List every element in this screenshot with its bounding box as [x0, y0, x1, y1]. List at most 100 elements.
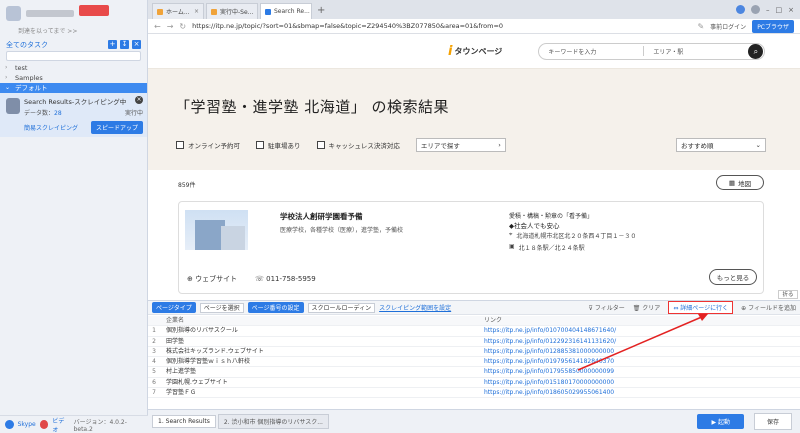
skype-link[interactable]: Skype [18, 421, 36, 428]
sort-select-label: おすすめ順 [681, 142, 714, 150]
collapse-link[interactable]: 到達を以ってまで >> [0, 26, 147, 38]
forward-icon[interactable]: → [167, 22, 174, 31]
tab-running[interactable]: 実行中-Se...× [206, 3, 258, 19]
speed-up-button[interactable]: スピードアップ [90, 121, 143, 134]
table-header: 企業名 リンク [148, 316, 800, 327]
sort-select[interactable]: おすすめ順 ⌄ [676, 138, 766, 152]
go-page-label: 詳細ページに行く [680, 305, 729, 312]
school-photo[interactable] [185, 210, 248, 250]
result-card: 学校法人創研学園看予備 医療学校，各種学校（医療），進学塾，予備校 愛積・構稿・… [178, 201, 764, 294]
search-icon[interactable]: ⌕ [748, 43, 764, 59]
tab-home[interactable]: ホーム... × [152, 3, 204, 19]
import-icon[interactable]: ↧ [120, 40, 129, 49]
cell-link: https://itp.ne.jp/info/01518017000000000… [484, 378, 615, 386]
maximize-icon[interactable]: □ [776, 6, 783, 14]
column-header-link[interactable]: リンク [484, 316, 800, 325]
checkbox[interactable] [256, 141, 264, 149]
table-row[interactable]: 3 株式会社キッズランド.ウェブサイト https://itp.ne.jp/info… [148, 347, 800, 358]
cell-name: 田学塾 [166, 337, 185, 345]
tree-item-default[interactable]: ⌄ デフォルト [0, 83, 147, 93]
cell-name: 株式会社キッズランド.ウェブサイト [166, 347, 264, 355]
edit-icon[interactable]: ✎ [697, 22, 704, 31]
table-row[interactable]: 5 村上進学塾 https://itp.ne.jp/info/01795585000… [148, 367, 800, 378]
reload-icon[interactable]: ↻ [179, 22, 186, 31]
minimize-icon[interactable]: – [766, 6, 770, 14]
video-icon[interactable] [39, 420, 49, 429]
chevron-right-icon: › [5, 74, 8, 81]
chevron-right-icon: › [498, 141, 501, 149]
chevron-right-icon: › [5, 64, 8, 71]
new-tab-icon[interactable]: + [317, 3, 325, 19]
keyword-input[interactable]: キーワードを入力 [539, 47, 643, 56]
save-button[interactable]: 保存 [753, 413, 792, 430]
clear-button[interactable]: 🗑 クリア [633, 303, 661, 312]
tree-item-samples[interactable]: › Samples [0, 73, 147, 83]
data-count-label: データ数： [24, 110, 55, 117]
site-logo[interactable]: i タウンページ [448, 44, 502, 59]
pc-browser-button[interactable]: PCブラウザ [752, 19, 794, 33]
table-row[interactable]: 7 学習塾ＦＧ https://itp.ne.jp/info/01860502995… [148, 388, 800, 399]
scroll-loading-select[interactable]: スクロールローディン [307, 302, 376, 313]
filter-cashless[interactable]: キャッシュレス決済対応 [316, 140, 400, 150]
account-icon[interactable] [751, 5, 760, 14]
video-link[interactable]: ビデオ [52, 416, 69, 433]
data-table: 企業名 リンク 1 個別指導のリバサスクール https://itp.ne.jp/i… [148, 316, 800, 408]
row-index: 7 [152, 389, 156, 397]
cell-link: https://itp.ne.jp/info/01979561418284037… [484, 358, 615, 366]
task-search-input[interactable] [6, 51, 141, 61]
bottom-bar: 1. Search Results 2. 渋小和市 個別指導のリバサスク... … [148, 409, 800, 433]
tab-search-results[interactable]: Search Re...× [260, 3, 312, 19]
table-row[interactable]: 2 田学塾 https://itp.ne.jp/info/0122923161411… [148, 337, 800, 347]
table-row[interactable]: 4 個別指導学習塾ｗｉｓｈ八軒校 https://itp.ne.jp/info/01… [148, 357, 800, 368]
table-row[interactable]: 6 学園札幌.ウェブサイト https://itp.ne.jp/info/01518… [148, 378, 800, 389]
column-header-name[interactable]: 企業名 [160, 316, 484, 325]
tab-search-results-data[interactable]: 1. Search Results [152, 415, 216, 428]
filter-online-booking[interactable]: オンライン予約可 [176, 140, 240, 150]
skype-icon[interactable] [5, 420, 14, 429]
new-folder-icon[interactable]: + [108, 40, 117, 49]
browser-tabbar: ホーム...× 実行中-Se...× Search Re...× + – □ × [148, 0, 800, 19]
table-row[interactable]: 1 個別指導のリバサスクール https://itp.ne.jp/info/0107… [148, 326, 800, 337]
phone-link[interactable]: ☏ 011-758-5959 [255, 275, 316, 283]
start-button[interactable]: ▶ 起動 [697, 414, 744, 429]
checkbox[interactable] [176, 141, 184, 149]
pre-login-button[interactable]: 事前ログイン [710, 22, 746, 31]
add-field-button[interactable]: ⊕ フィールドを追加 [741, 303, 796, 312]
website-link[interactable]: ⊕ ウェブサイト [187, 274, 237, 284]
page-type-label: ページタイプ [152, 302, 196, 313]
tab-detail-data[interactable]: 2. 渋小和市 個別指導のリバサスク... [217, 414, 329, 429]
page-type-select[interactable]: ページを選択 [199, 302, 244, 313]
url-input[interactable]: https://itp.ne.jp/topic/?sort=01&sbmap=f… [192, 22, 691, 30]
close-window-icon[interactable]: × [788, 6, 794, 14]
more-button[interactable]: もっと見る [709, 269, 757, 285]
delete-icon[interactable]: × [132, 40, 141, 49]
area-select[interactable]: エリアで探す › [415, 138, 506, 152]
filter-button[interactable]: ⊽ フィルター [589, 303, 625, 312]
help-icon[interactable] [736, 5, 745, 14]
checkbox[interactable] [316, 141, 325, 149]
fold-button[interactable]: 折る [778, 290, 798, 299]
tab-label: Search Re... [274, 8, 310, 15]
close-icon[interactable]: × [135, 96, 143, 104]
avatar[interactable] [6, 5, 21, 21]
cell-name: 個別指導学習塾ｗｉｓｈ八軒校 [166, 358, 251, 366]
area-input[interactable]: エリア・駅 [644, 47, 748, 56]
train-icon: ▣ [509, 243, 515, 250]
close-icon[interactable]: × [256, 8, 257, 15]
task-card[interactable]: × Search Results-スクレイピング中 データ数：28 実行中 簡易… [0, 93, 147, 137]
cell-name: 学習塾ＦＧ [166, 389, 197, 397]
filter-parking[interactable]: 駐車場あり [256, 140, 301, 150]
station-text: 北１８条駅／北２４条駅 [518, 245, 585, 252]
data-toolbar: ページタイプ ページを選択 ページ番号の設定 スクロールローディン スクレイピン… [148, 300, 800, 315]
back-icon[interactable]: ← [154, 22, 161, 31]
row-index: 4 [152, 358, 156, 366]
tree-item-test[interactable]: › test [0, 63, 147, 73]
school-name[interactable]: 学校法人創研学園看予備 [280, 211, 363, 222]
scraping-range-link[interactable]: スクレイピング範囲を設定 [379, 303, 451, 312]
row-index: 1 [152, 327, 156, 335]
map-button[interactable]: ▦ 地図 [716, 175, 764, 190]
close-icon[interactable]: × [194, 8, 199, 15]
go-detail-page-button[interactable]: ⇔ 詳細ページに行く [668, 301, 734, 314]
tasks-header: 全てのタスク + ↧ × [0, 38, 147, 51]
account-badge [79, 4, 109, 16]
